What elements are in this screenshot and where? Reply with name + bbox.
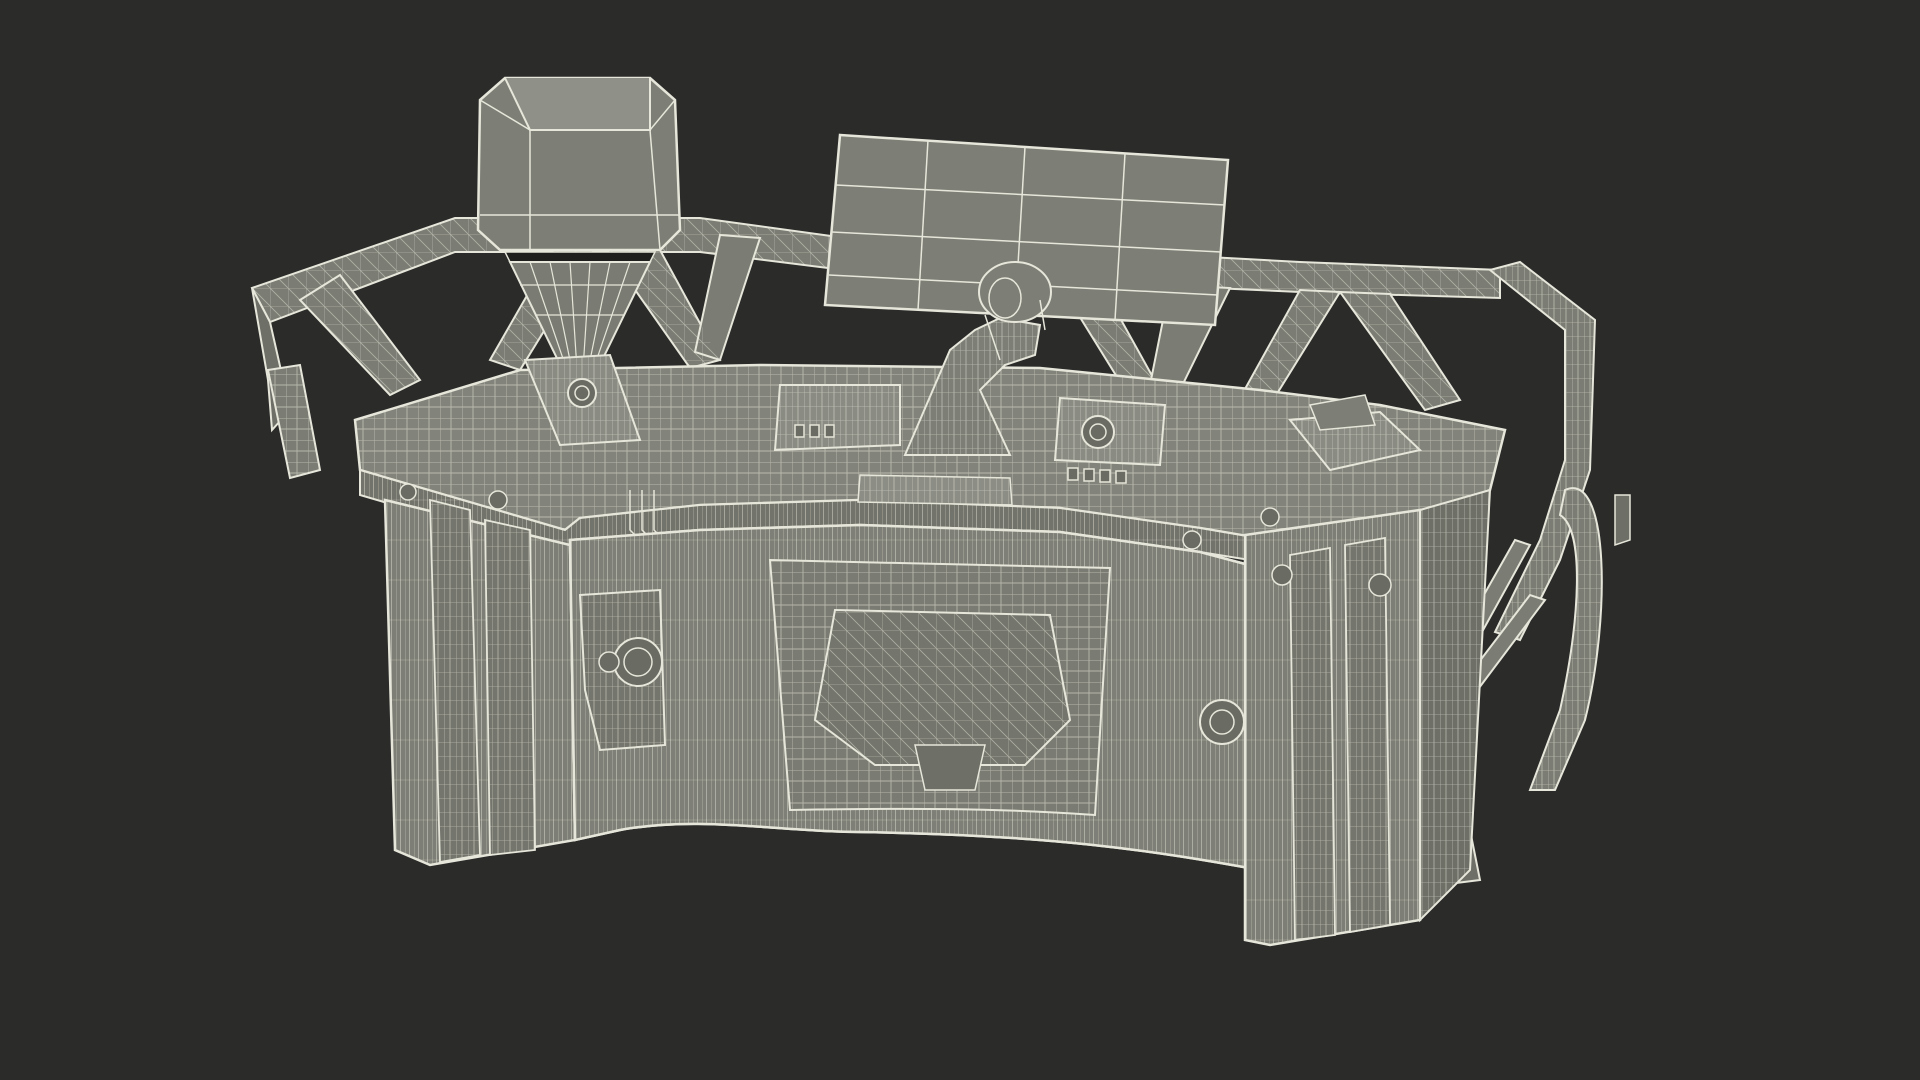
wireframe-console-render bbox=[250, 76, 1631, 947]
render-viewport bbox=[0, 0, 1920, 1080]
left-pedestal bbox=[383, 498, 577, 867]
console-front-body bbox=[568, 523, 1262, 872]
